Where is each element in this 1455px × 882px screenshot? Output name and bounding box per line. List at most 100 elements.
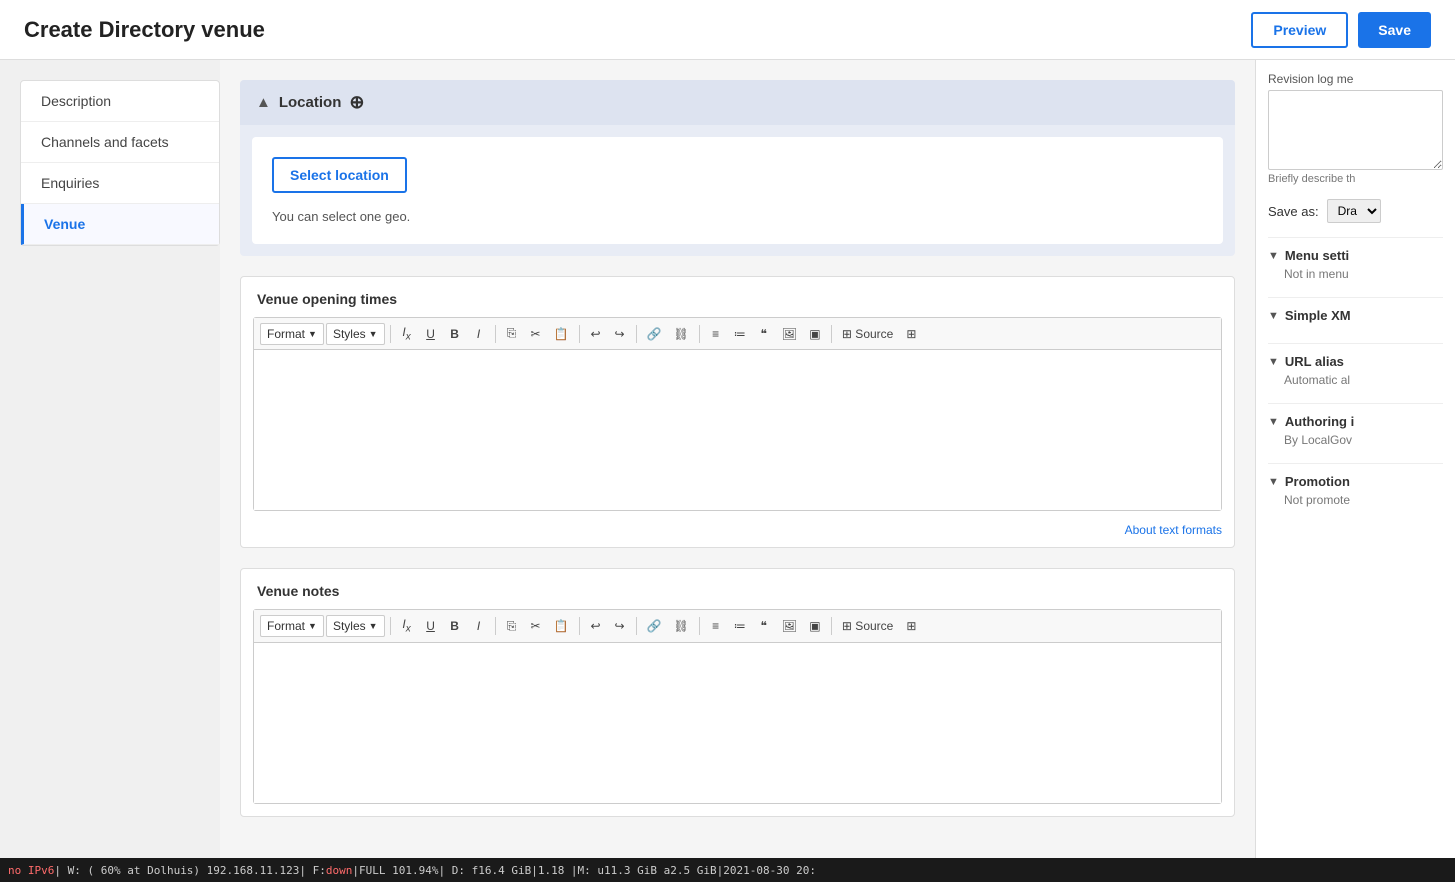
quote-btn-1[interactable]: ❝ [753, 324, 775, 344]
copy-btn-2[interactable]: ⎘ [501, 616, 523, 637]
status-bar: no IPv6 | W: ( 60% at Dolhuis) 192.168.1… [0, 858, 1455, 882]
save-as-select[interactable]: Dra [1327, 199, 1381, 223]
editor-toolbar-1: Format ▼ Styles ▼ Ix U B I ⎘ [254, 318, 1221, 350]
link-btn-2[interactable]: 🔗 [642, 616, 667, 636]
sidebar-item-venue[interactable]: Venue [21, 204, 219, 245]
sidebar-item-description[interactable]: Description [21, 81, 219, 122]
editor-toolbar-2: Format ▼ Styles ▼ Ix U B I ⎘ [254, 610, 1221, 642]
format-dropdown-2[interactable]: Format ▼ [260, 615, 324, 637]
location-hint: You can select one geo. [272, 209, 1203, 224]
authoring-chevron-icon: ▼ [1268, 416, 1279, 428]
sidebar-item-channels[interactable]: Channels and facets [21, 122, 219, 163]
simple-xml-section: ▼ Simple XM [1268, 297, 1443, 337]
about-text-formats-link[interactable]: About text formats [241, 523, 1234, 547]
venue-notes-title: Venue notes [241, 569, 1234, 609]
table-btn-2[interactable]: ⊞ [900, 616, 922, 636]
revision-log-hint: Briefly describe th [1268, 173, 1443, 185]
styles-dropdown-2[interactable]: Styles ▼ [326, 615, 385, 637]
toolbar-sep-5 [699, 325, 700, 343]
menu-settings-value: Not in menu [1268, 267, 1443, 281]
status-text: | W: ( 60% at Dolhuis) 192.168.11.123| F… [54, 864, 326, 877]
revision-log-textarea[interactable] [1268, 90, 1443, 170]
underline-btn-1[interactable]: U [420, 324, 442, 344]
select-location-button[interactable]: Select location [272, 157, 407, 193]
img-btn-1[interactable]: 🖼 [777, 324, 802, 344]
copy-btn-1[interactable]: ⎘ [501, 323, 523, 344]
redo-btn-2[interactable]: ↪ [609, 616, 631, 636]
link-btn-1[interactable]: 🔗 [642, 324, 667, 344]
toolbar-sep-11 [699, 617, 700, 635]
location-header[interactable]: ▲ Location ⊕ [240, 80, 1235, 125]
url-alias-section: ▼ URL alias Automatic al [1268, 343, 1443, 397]
img-btn-2[interactable]: 🖼 [777, 616, 802, 636]
toolbar-sep-6 [831, 325, 832, 343]
source-btn-1[interactable]: ⊞ Source [837, 324, 898, 344]
styles-dropdown-arrow-icon: ▼ [369, 329, 378, 339]
redo-btn-1[interactable]: ↪ [609, 324, 631, 344]
location-drag-icon: ⊕ [349, 92, 364, 113]
table-btn-1[interactable]: ⊞ [900, 324, 922, 344]
toolbar-sep-7 [390, 617, 391, 635]
toolbar-sep-10 [636, 617, 637, 635]
authoring-title: Authoring i [1285, 414, 1354, 429]
source-btn-2[interactable]: ⊞ Source [837, 616, 898, 636]
location-body: Select location You can select one geo. [252, 137, 1223, 244]
undo-btn-1[interactable]: ↩ [585, 324, 607, 344]
cut-btn-2[interactable]: ✂ [525, 616, 547, 636]
format-dropdown-1[interactable]: Format ▼ [260, 323, 324, 345]
location-title: Location [279, 94, 342, 111]
venue-opening-times-editor: Format ▼ Styles ▼ Ix U B I ⎘ [253, 317, 1222, 511]
ol-btn-1[interactable]: ≔ [729, 324, 751, 344]
embed-btn-1[interactable]: ▣ [804, 324, 826, 344]
ol-btn-2[interactable]: ≔ [729, 616, 751, 636]
authoring-value: By LocalGov [1268, 433, 1443, 447]
toolbar-sep-8 [495, 617, 496, 635]
unlink-btn-1[interactable]: ⛓ [668, 324, 693, 344]
simple-xml-header[interactable]: ▼ Simple XM [1268, 308, 1443, 323]
venue-notes-section: Venue notes Format ▼ Styles ▼ Ix U [240, 568, 1235, 816]
undo-btn-2[interactable]: ↩ [585, 616, 607, 636]
status-ipv6: no IPv6 [8, 864, 54, 877]
simple-xml-title: Simple XM [1285, 308, 1351, 323]
ul-btn-2[interactable]: ≡ [705, 616, 727, 636]
save-button[interactable]: Save [1358, 12, 1431, 48]
menu-settings-header[interactable]: ▼ Menu setti [1268, 248, 1443, 263]
cut-btn-1[interactable]: ✂ [525, 324, 547, 344]
bold-btn-1[interactable]: B [444, 324, 466, 344]
status-rest: |FULL 101.94%| D: f16.4 GiB|1.18 |M: u11… [352, 864, 816, 877]
ul-btn-1[interactable]: ≡ [705, 324, 727, 344]
italic-btn-2[interactable]: I [468, 616, 490, 636]
italic-btn-1[interactable]: I [468, 324, 490, 344]
underline-btn-2[interactable]: U [420, 616, 442, 636]
header-actions: Preview Save [1251, 12, 1431, 48]
format-dropdown-2-arrow-icon: ▼ [308, 621, 317, 631]
menu-settings-chevron-icon: ▼ [1268, 250, 1279, 262]
italic-x-btn-1[interactable]: Ix [396, 322, 418, 345]
content-area: ▲ Location ⊕ Select location You can sel… [220, 60, 1255, 882]
promotion-header[interactable]: ▼ Promotion [1268, 474, 1443, 489]
venue-opening-times-title: Venue opening times [241, 277, 1234, 317]
quote-btn-2[interactable]: ❝ [753, 616, 775, 636]
url-alias-value: Automatic al [1268, 373, 1443, 387]
url-alias-header[interactable]: ▼ URL alias [1268, 354, 1443, 369]
sidebar-item-enquiries[interactable]: Enquiries [21, 163, 219, 204]
unlink-btn-2[interactable]: ⛓ [668, 616, 693, 636]
venue-notes-editor-body[interactable] [254, 643, 1221, 803]
status-down: down [326, 864, 353, 877]
location-chevron-icon: ▲ [256, 94, 271, 111]
paste-btn-1[interactable]: 📋 [549, 324, 574, 344]
url-alias-chevron-icon: ▼ [1268, 356, 1279, 368]
paste-btn-2[interactable]: 📋 [549, 616, 574, 636]
toolbar-sep-4 [636, 325, 637, 343]
save-as-field: Save as: Dra [1268, 199, 1443, 223]
embed-btn-2[interactable]: ▣ [804, 616, 826, 636]
sidebar-wrapper: Description Channels and facets Enquirie… [0, 60, 220, 882]
simple-xml-chevron-icon: ▼ [1268, 310, 1279, 322]
venue-opening-times-editor-body[interactable] [254, 350, 1221, 510]
toolbar-sep-1 [390, 325, 391, 343]
bold-btn-2[interactable]: B [444, 616, 466, 636]
styles-dropdown-1[interactable]: Styles ▼ [326, 323, 385, 345]
preview-button[interactable]: Preview [1251, 12, 1348, 48]
italic-x-btn-2[interactable]: Ix [396, 614, 418, 637]
authoring-header[interactable]: ▼ Authoring i [1268, 414, 1443, 429]
